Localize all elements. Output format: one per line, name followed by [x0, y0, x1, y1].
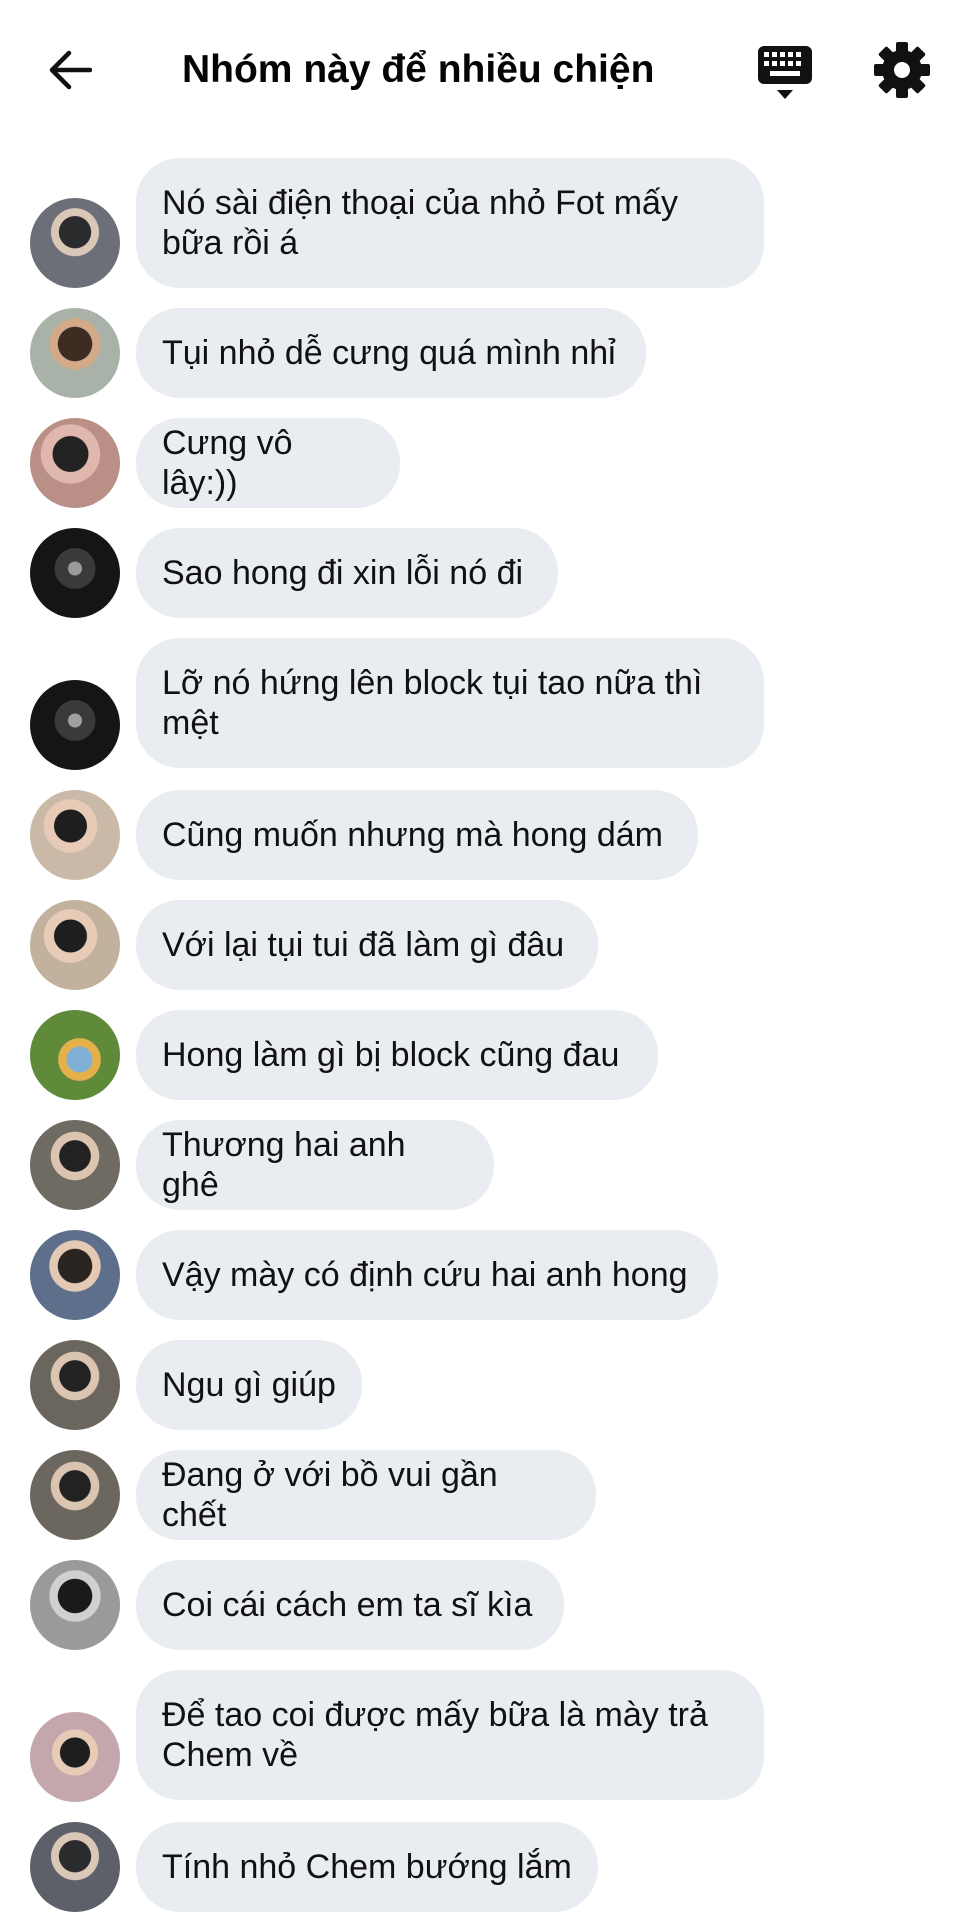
avatar[interactable] [30, 1340, 120, 1430]
message-text: Lỡ nó hứng lên block tụi tao nữa thì mệt [162, 664, 703, 742]
message-text: Ngu gì giúp [162, 1366, 336, 1404]
top-bar: Nhóm này để nhiều chiện [0, 0, 960, 140]
message-bubble[interactable]: Tụi nhỏ dễ cưng quá mình nhỉ [136, 308, 646, 398]
avatar[interactable] [30, 1712, 120, 1802]
message-text: Vậy mày có định cứu hai anh hong [162, 1256, 688, 1294]
message-bubble[interactable]: Nó sài điện thoại của nhỏ Fot mấy bữa rồ… [136, 158, 764, 288]
avatar[interactable] [30, 198, 120, 288]
avatar[interactable] [30, 790, 120, 880]
gear-icon [874, 42, 930, 98]
message-text: Thương hai anh ghê [162, 1126, 406, 1204]
settings-button[interactable] [872, 40, 932, 100]
message-bubble[interactable]: Hong làm gì bị block cũng đau [136, 1010, 658, 1100]
message-text: Cũng muốn nhưng mà hong dám [162, 816, 663, 854]
message-bubble[interactable]: Cưng vô lây:)) [136, 418, 400, 508]
message-text: Với lại tụi tui đã làm gì đâu [162, 926, 565, 964]
message-text: Sao hong đi xin lỗi nó đi [162, 554, 524, 592]
avatar[interactable] [30, 1010, 120, 1100]
message-text: Tính nhỏ Chem bướng lắm [162, 1848, 572, 1886]
message-bubble[interactable]: Đang ở với bồ vui gần chết [136, 1450, 596, 1540]
arrow-left-icon [49, 50, 92, 90]
avatar[interactable] [30, 1450, 120, 1540]
message-text: Nó sài điện thoại của nhỏ Fot mấy bữa rồ… [162, 184, 678, 262]
avatar[interactable] [30, 308, 120, 398]
message-bubble[interactable]: Ngu gì giúp [136, 1340, 362, 1430]
message-text: Hong làm gì bị block cũng đau [162, 1036, 620, 1074]
avatar[interactable] [30, 1120, 120, 1210]
avatar[interactable] [30, 1822, 120, 1912]
message-bubble[interactable]: Vậy mày có định cứu hai anh hong [136, 1230, 718, 1320]
keyboard-icon [758, 46, 812, 99]
avatar[interactable] [30, 418, 120, 508]
avatar[interactable] [30, 528, 120, 618]
message-bubble[interactable]: Coi cái cách em ta sĩ kìa [136, 1560, 564, 1650]
message-bubble[interactable]: Sao hong đi xin lỗi nó đi [136, 528, 558, 618]
back-button[interactable] [40, 40, 100, 100]
message-bubble[interactable]: Lỡ nó hứng lên block tụi tao nữa thì mệt [136, 638, 764, 768]
message-bubble[interactable]: Với lại tụi tui đã làm gì đâu [136, 900, 598, 990]
message-text: Cưng vô lây:)) [162, 424, 293, 502]
avatar[interactable] [30, 1230, 120, 1320]
message-bubble[interactable]: Thương hai anh ghê [136, 1120, 494, 1210]
message-text: Tụi nhỏ dễ cưng quá mình nhỉ [162, 334, 616, 372]
avatar[interactable] [30, 1560, 120, 1650]
page-title: Nhóm này để nhiều chiện [182, 48, 655, 91]
avatar[interactable] [30, 680, 120, 770]
keyboard-button[interactable] [752, 42, 818, 104]
message-bubble[interactable]: Cũng muốn nhưng mà hong dám [136, 790, 698, 880]
avatar[interactable] [30, 900, 120, 990]
message-text: Đang ở với bồ vui gần chết [162, 1456, 498, 1534]
message-text: Coi cái cách em ta sĩ kìa [162, 1586, 533, 1624]
message-text: Để tao coi được mấy bữa là mày trả Chem … [162, 1696, 708, 1774]
message-bubble[interactable]: Để tao coi được mấy bữa là mày trả Chem … [136, 1670, 764, 1800]
message-bubble[interactable]: Tính nhỏ Chem bướng lắm [136, 1822, 598, 1912]
message-list[interactable]: Nó sài điện thoại của nhỏ Fot mấy bữa rồ… [0, 0, 960, 1920]
